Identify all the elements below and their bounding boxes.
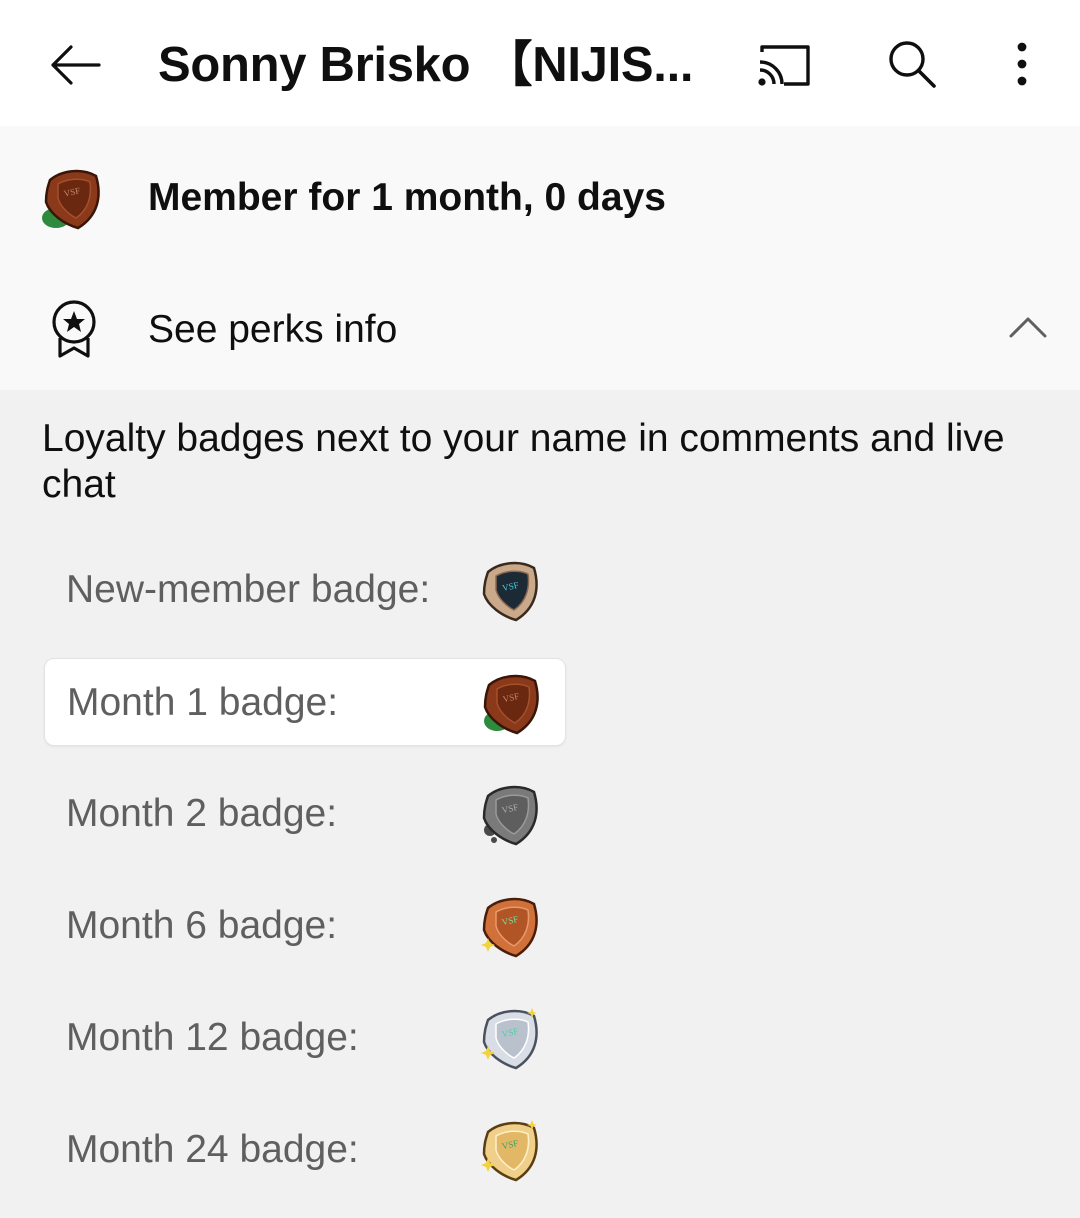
cast-button[interactable] (752, 34, 816, 96)
month-1-badge-icon: VSF (42, 169, 100, 230)
perks-label: See perks info (148, 308, 398, 351)
perks-toggle-row[interactable]: See perks info (0, 264, 1080, 390)
search-icon (889, 41, 936, 88)
badge-row-month-12: Month 12 badge: VSF (44, 994, 566, 1082)
collapse-button[interactable] (1004, 304, 1052, 350)
month-12-badge-icon: VSF (481, 1008, 538, 1070)
badge-label: Month 1 badge: (67, 681, 339, 724)
perks-panel: Loyalty badges next to your name in comm… (0, 390, 1080, 1218)
badge-row-month-1: Month 1 badge: VSF (44, 658, 566, 746)
badge-row-new-member: New-member badge: VSF (44, 546, 566, 634)
more-options-button[interactable] (996, 32, 1048, 96)
month-1-badge-icon: VSF (483, 674, 539, 735)
badge-label: Month 2 badge: (66, 792, 338, 835)
badge-row-month-6: Month 6 badge: VSF (44, 882, 566, 970)
perks-description: Loyalty badges next to your name in comm… (42, 417, 1005, 506)
chevron-up-icon (1009, 317, 1047, 338)
membership-duration: Member for 1 month, 0 days (148, 176, 666, 219)
month-24-badge-icon: VSF (481, 1120, 538, 1182)
award-ribbon-icon (52, 300, 96, 358)
page-title: Sonny Brisko 【NIJIS... (158, 38, 694, 92)
new-member-badge-icon: VSF (482, 561, 538, 622)
month-6-badge-icon: VSF (481, 897, 538, 958)
app-bar: Sonny Brisko 【NIJIS... (0, 0, 1080, 126)
month-2-badge-icon: VSF (482, 785, 538, 846)
badge-row-month-24: Month 24 badge: VSF (44, 1106, 566, 1194)
cast-icon (758, 45, 810, 86)
back-button[interactable] (44, 34, 106, 96)
badge-label: Month 12 badge: (66, 1016, 359, 1059)
more-vert-icon (1017, 42, 1027, 86)
arrow-left-icon (51, 45, 101, 85)
badge-label: Month 6 badge: (66, 904, 338, 947)
badge-label: New-member badge: (66, 568, 431, 611)
membership-status-row: VSF Member for 1 month, 0 days (0, 126, 1080, 264)
badge-label: Month 24 badge: (66, 1128, 359, 1171)
badge-row-month-2: Month 2 badge: VSF (44, 770, 566, 858)
search-button[interactable] (880, 32, 944, 96)
